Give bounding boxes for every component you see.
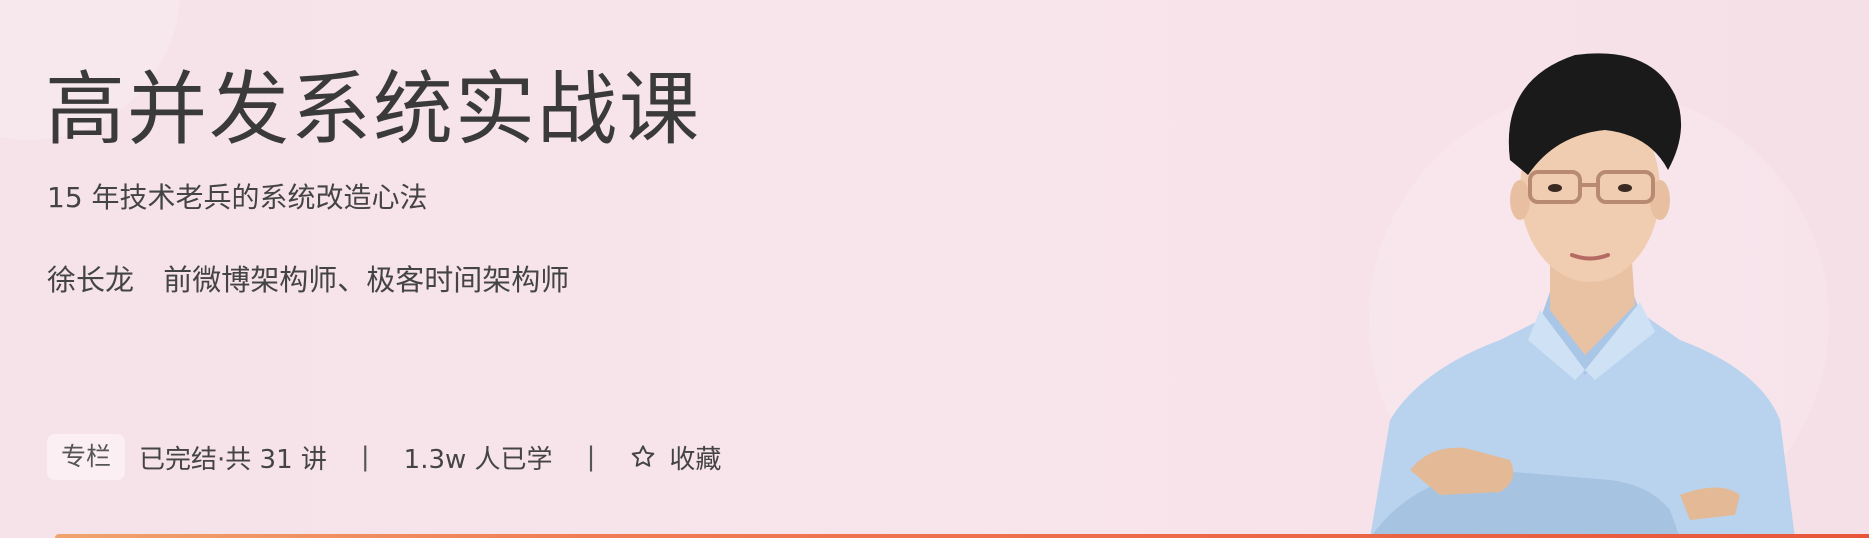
author-name: 徐长龙 [47, 263, 135, 297]
course-banner: 高并发系统实战课 15 年技术老兵的系统改造心法 徐长龙 前微博架构师、极客时间… [0, 0, 1869, 538]
course-type-badge: 专栏 [47, 434, 126, 480]
meta-separator: | [586, 442, 596, 472]
author-title: 前微博架构师、极客时间架构师 [163, 263, 570, 297]
star-outline-icon [632, 445, 655, 467]
course-subtitle: 15 年技术老兵的系统改造心法 [47, 181, 428, 214]
instructor-portrait [1370, 53, 1795, 538]
favorite-button[interactable]: 收藏 [629, 439, 721, 476]
author-info: 徐长龙 前微博架构师、极客时间架构师 [47, 262, 569, 298]
favorite-label: 收藏 [669, 444, 722, 475]
meta-separator: | [360, 442, 370, 472]
progress-accent-bar [55, 534, 1869, 538]
course-meta: 专栏 已完结·共 31 讲 | 1.3w 人已学 | 收藏 [47, 434, 721, 480]
course-status: 已完结·共 31 讲 [139, 444, 327, 475]
course-title: 高并发系统实战课 [45, 63, 701, 156]
learner-count: 1.3w 人已学 [403, 444, 553, 475]
